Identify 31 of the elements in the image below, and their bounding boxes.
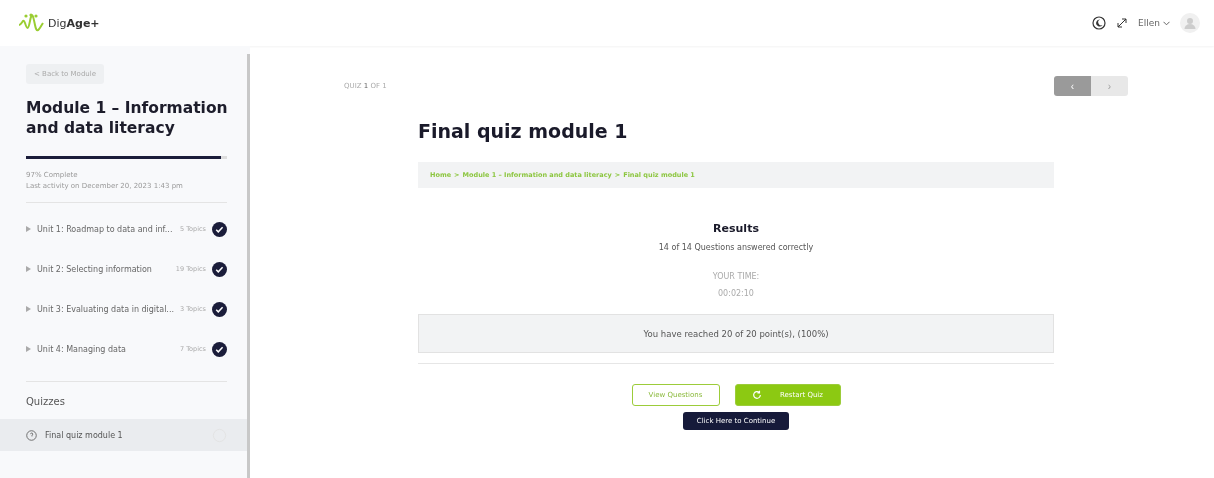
check-circle-icon [211,261,227,277]
expand-arrow-icon[interactable] [26,306,31,313]
quiz-item[interactable]: Final quiz module 1 [0,419,247,452]
check-circle-icon [211,301,227,317]
module-title: Module 1 – Information and data literacy [26,98,229,139]
expand-arrow-icon[interactable] [26,266,31,273]
restart-icon [752,390,762,400]
quizzes-heading: Quizzes [26,396,66,408]
unit-title[interactable]: Unit 4: Managing data [37,344,174,354]
user-name[interactable]: Ellen [1138,18,1160,28]
time-label: YOUR TIME: [712,272,760,281]
results-heading: Results [713,222,759,235]
check-circle-icon [211,341,227,357]
logo-text: DigAge+ [48,16,100,30]
quiz-icon [26,429,37,441]
unit-title[interactable]: Unit 3: Evaluating data in digital... [37,304,174,314]
unit-title[interactable]: Unit 1: Roadmap to data and inf... [37,224,174,234]
time-value: 00:02:10 [718,289,754,298]
avatar-icon[interactable] [1180,13,1200,33]
previous-button[interactable]: ‹ [1054,76,1091,96]
expand-arrow-icon[interactable] [26,346,31,353]
moon-icon[interactable] [1092,16,1107,30]
chevron-down-icon[interactable] [1163,20,1170,26]
check-circle-icon [211,221,227,237]
points-summary: You have reached 20 of 20 point(s), (100%) [418,314,1054,353]
results-summary: 14 of 14 Questions answered correctly [658,243,814,252]
unit-title[interactable]: Unit 2: Selecting information [37,264,170,274]
quiz-title: Final quiz module 1 [418,120,628,142]
expand-icon[interactable] [1116,17,1129,29]
logo-icon [18,13,44,33]
expand-arrow-icon[interactable] [26,226,31,233]
